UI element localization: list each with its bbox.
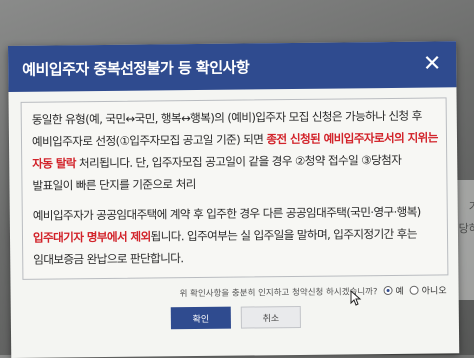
- notice-text: 처리됩니다. 단, 입주자모집 공고일이 같을 경우 ②청약 접수일 ③당첨자 …: [32, 152, 402, 193]
- mouse-cursor-icon: [350, 290, 362, 306]
- radio-yes[interactable]: 예: [383, 284, 404, 297]
- radio-no[interactable]: 아니오: [409, 283, 447, 297]
- notice-paragraph-2: 예비입주자가 공공임대주택에 계약 후 입주한 경우 다른 공공임대주택(국민·…: [33, 200, 440, 270]
- confirmation-dialog: 예비입주자 중복선정불가 등 확인사항 ✕ 동일한 유형(예, 국민↔국민, 행…: [8, 41, 460, 358]
- cancel-button[interactable]: 취소: [240, 305, 301, 329]
- notice-emphasis: 입주대기자 명부에서 제외: [32, 229, 151, 245]
- radio-dot: [409, 285, 419, 295]
- dialog-header: 예비입주자 중복선정불가 등 확인사항 ✕: [8, 41, 457, 92]
- close-icon[interactable]: ✕: [422, 51, 442, 76]
- background-text-fragment: 기타: [468, 200, 474, 213]
- dialog-actions: 확인 취소: [23, 304, 449, 330]
- confirmation-question: 위 확인사항을 충분히 인지하고 청약신청 하시겠습니까?: [179, 286, 378, 299]
- background-text-fragment: 당하지: [458, 222, 474, 235]
- confirm-button[interactable]: 확인: [170, 306, 231, 330]
- notice-text: 예비입주자가 공공임대주택에 계약 후 입주한 경우 다른 공공임대주택(국민·…: [32, 204, 421, 223]
- confirmation-question-row: 위 확인사항을 충분히 인지하고 청약신청 하시겠습니까? 예 아니오: [23, 283, 449, 300]
- radio-yes-label: 예: [395, 286, 404, 297]
- notice-paragraph-1: 동일한 유형(예, 국민↔국민, 행복↔행복)의 (예비)입주자 모집 신청은 …: [32, 105, 439, 197]
- radio-no-label: 아니오: [421, 286, 447, 297]
- dialog-title: 예비입주자 중복선정불가 등 확인사항: [22, 57, 250, 79]
- radio-dot: [383, 285, 393, 296]
- dialog-body: 동일한 유형(예, 국민↔국민, 행복↔행복)의 (예비)입주자 모집 신청은 …: [8, 87, 458, 331]
- notice-box: 동일한 유형(예, 국민↔국민, 행복↔행복)의 (예비)입주자 모집 신청은 …: [20, 97, 449, 280]
